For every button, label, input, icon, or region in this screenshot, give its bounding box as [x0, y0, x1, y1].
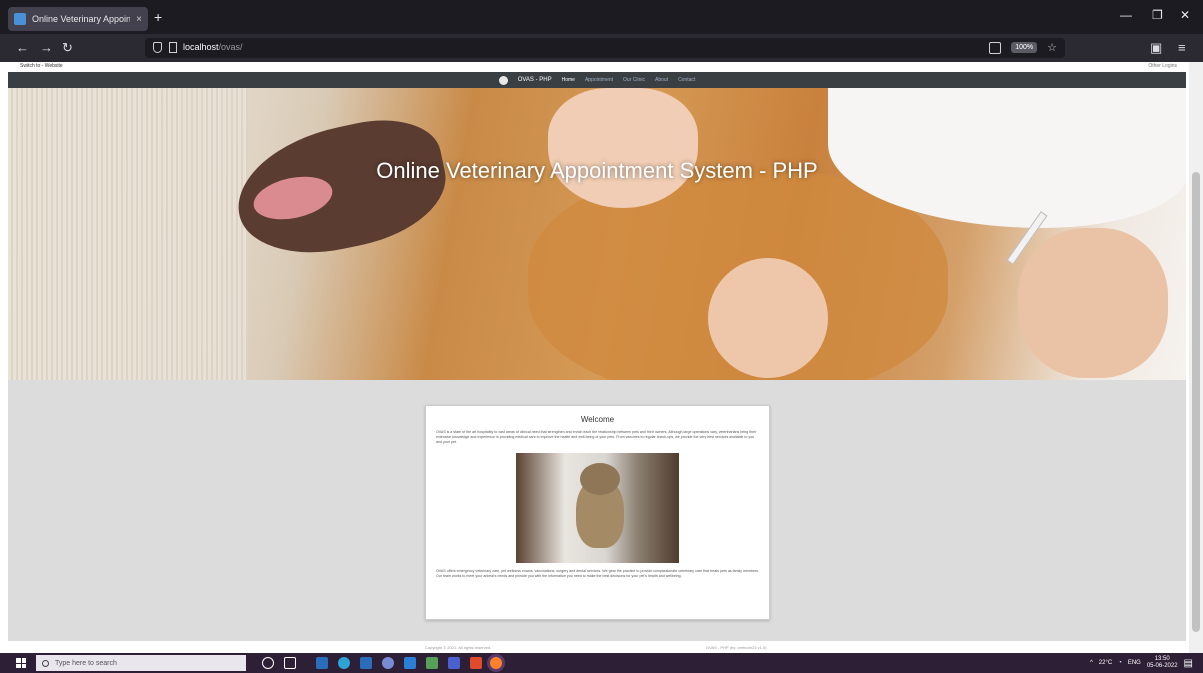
tray-chevron-icon[interactable]: ^ — [1090, 660, 1093, 666]
tab-title: Online Veterinary Appointment — [32, 14, 131, 24]
reload-icon[interactable]: ↻ — [62, 40, 73, 56]
hero-image-hand — [548, 88, 698, 208]
back-arrow-icon[interactable]: ← — [16, 40, 29, 55]
language-indicator[interactable]: ENG — [1128, 660, 1141, 666]
page-footer: Copyright © 2021. All rights reserved. O… — [0, 641, 1203, 653]
close-window-button[interactable]: ✕ — [1180, 8, 1190, 22]
network-icon[interactable]: ◔ — [1118, 660, 1122, 666]
browser-nav-bar: ← → ↻ localhost/ovas/ 100% ☆ ▣ ≡ — [0, 34, 1203, 62]
site-logo-icon — [498, 75, 508, 85]
nav-contact[interactable]: Contact — [678, 77, 695, 83]
hero-image-dog-mouth — [225, 107, 457, 269]
scrollbar-thumb[interactable] — [1192, 172, 1200, 632]
page-viewport: Switch to - Website Other Logins OVAS - … — [0, 62, 1203, 653]
other-logins-link[interactable]: Other Logins — [1148, 63, 1177, 69]
welcome-paragraph: OVAS is a state of the art hospitality t… — [436, 430, 757, 444]
forward-arrow-icon[interactable]: → — [40, 40, 53, 55]
notification-icon[interactable]: ▤ — [1184, 658, 1193, 669]
main-content: Welcome OVAS is a state of the art hospi… — [8, 380, 1186, 641]
cat-head — [580, 463, 620, 495]
word-icon[interactable] — [448, 657, 460, 669]
browser-tab[interactable]: Online Veterinary Appointment × — [8, 7, 148, 31]
chrome-icon[interactable] — [382, 657, 394, 669]
nav-about[interactable]: About — [655, 77, 668, 83]
minimize-button[interactable]: — — [1120, 8, 1132, 22]
extensions-icon[interactable]: ▣ — [1150, 40, 1162, 56]
new-tab-button[interactable]: + — [154, 9, 162, 25]
store-icon[interactable] — [360, 657, 372, 669]
reader-view-icon[interactable] — [989, 41, 1002, 54]
taskbar-search-box[interactable]: Type here to search — [36, 655, 246, 671]
weather-text[interactable]: 22°C — [1099, 660, 1112, 666]
admin-info-bar: Switch to - Website Other Logins — [0, 62, 1203, 70]
hero-banner: Online Veterinary Appointment System - P… — [8, 88, 1186, 380]
copyright-text: Copyright © 2021. All rights reserved. — [425, 645, 492, 650]
favicon-icon — [14, 13, 26, 25]
cat-photo — [516, 453, 679, 563]
app-icon[interactable] — [404, 657, 416, 669]
taskbar-search-placeholder: Type here to search — [55, 659, 117, 667]
nav-home[interactable]: Home — [562, 77, 575, 83]
browser-tab-strip: Online Veterinary Appointment × + — ❐ ✕ — [0, 0, 1203, 34]
site-brand[interactable]: OVAS - PHP — [518, 77, 552, 83]
system-tray: ^ 22°C ◔ ENG 13:50 05-06-2022 ▤ — [1090, 656, 1193, 670]
shield-icon[interactable] — [153, 42, 162, 53]
welcome-title: Welcome — [580, 415, 615, 424]
page-scrollbar[interactable] — [1189, 62, 1203, 653]
switch-website-link[interactable]: Switch to - Website — [20, 63, 63, 69]
hero-title: Online Veterinary Appointment System - P… — [376, 158, 818, 183]
nav-appointment[interactable]: Appointment — [585, 77, 613, 83]
welcome-card: Welcome OVAS is a state of the art hospi… — [425, 405, 770, 620]
zoom-badge[interactable]: 100% — [1011, 42, 1038, 53]
windows-taskbar: Type here to search ^ 22°C ◔ ENG 13:50 0… — [0, 653, 1203, 673]
tab-close-button[interactable]: × — [136, 14, 142, 25]
search-icon — [42, 659, 49, 667]
address-bar[interactable]: localhost/ovas/ 100% ☆ — [145, 38, 1065, 58]
clock-time: 13:50 — [1154, 656, 1170, 662]
firefox-icon[interactable] — [490, 657, 502, 669]
cortana-icon[interactable] — [262, 657, 274, 669]
windows-start-icon[interactable] — [16, 658, 26, 668]
url-text: localhost/ovas/ — [183, 42, 243, 52]
restore-button[interactable]: ❐ — [1152, 8, 1163, 22]
app-icon[interactable] — [426, 657, 438, 669]
nav-our-clinic[interactable]: Our Clinic — [623, 77, 645, 83]
edge-icon[interactable] — [338, 657, 350, 669]
services-paragraph: OVAS offers emergency veterinary care, p… — [436, 569, 759, 578]
hero-image-sweater — [8, 88, 248, 380]
brave-icon[interactable] — [470, 657, 482, 669]
task-view-icon[interactable] — [284, 657, 296, 669]
page-icon — [169, 42, 177, 53]
file-explorer-icon[interactable] — [316, 657, 328, 669]
hero-image-hand — [1018, 228, 1168, 378]
site-navbar: OVAS - PHP Home Appointment Our Clinic A… — [8, 72, 1186, 88]
hero-image-hand — [708, 258, 828, 378]
bookmark-star-icon[interactable]: ☆ — [1047, 41, 1057, 54]
clock-date: 05-06-2022 — [1146, 663, 1178, 669]
credits-text: OVAS - PHP (by: oretnom23 v1.0) — [706, 645, 767, 650]
menu-icon[interactable]: ≡ — [1178, 40, 1186, 55]
clock[interactable]: 13:50 05-06-2022 — [1147, 656, 1178, 670]
